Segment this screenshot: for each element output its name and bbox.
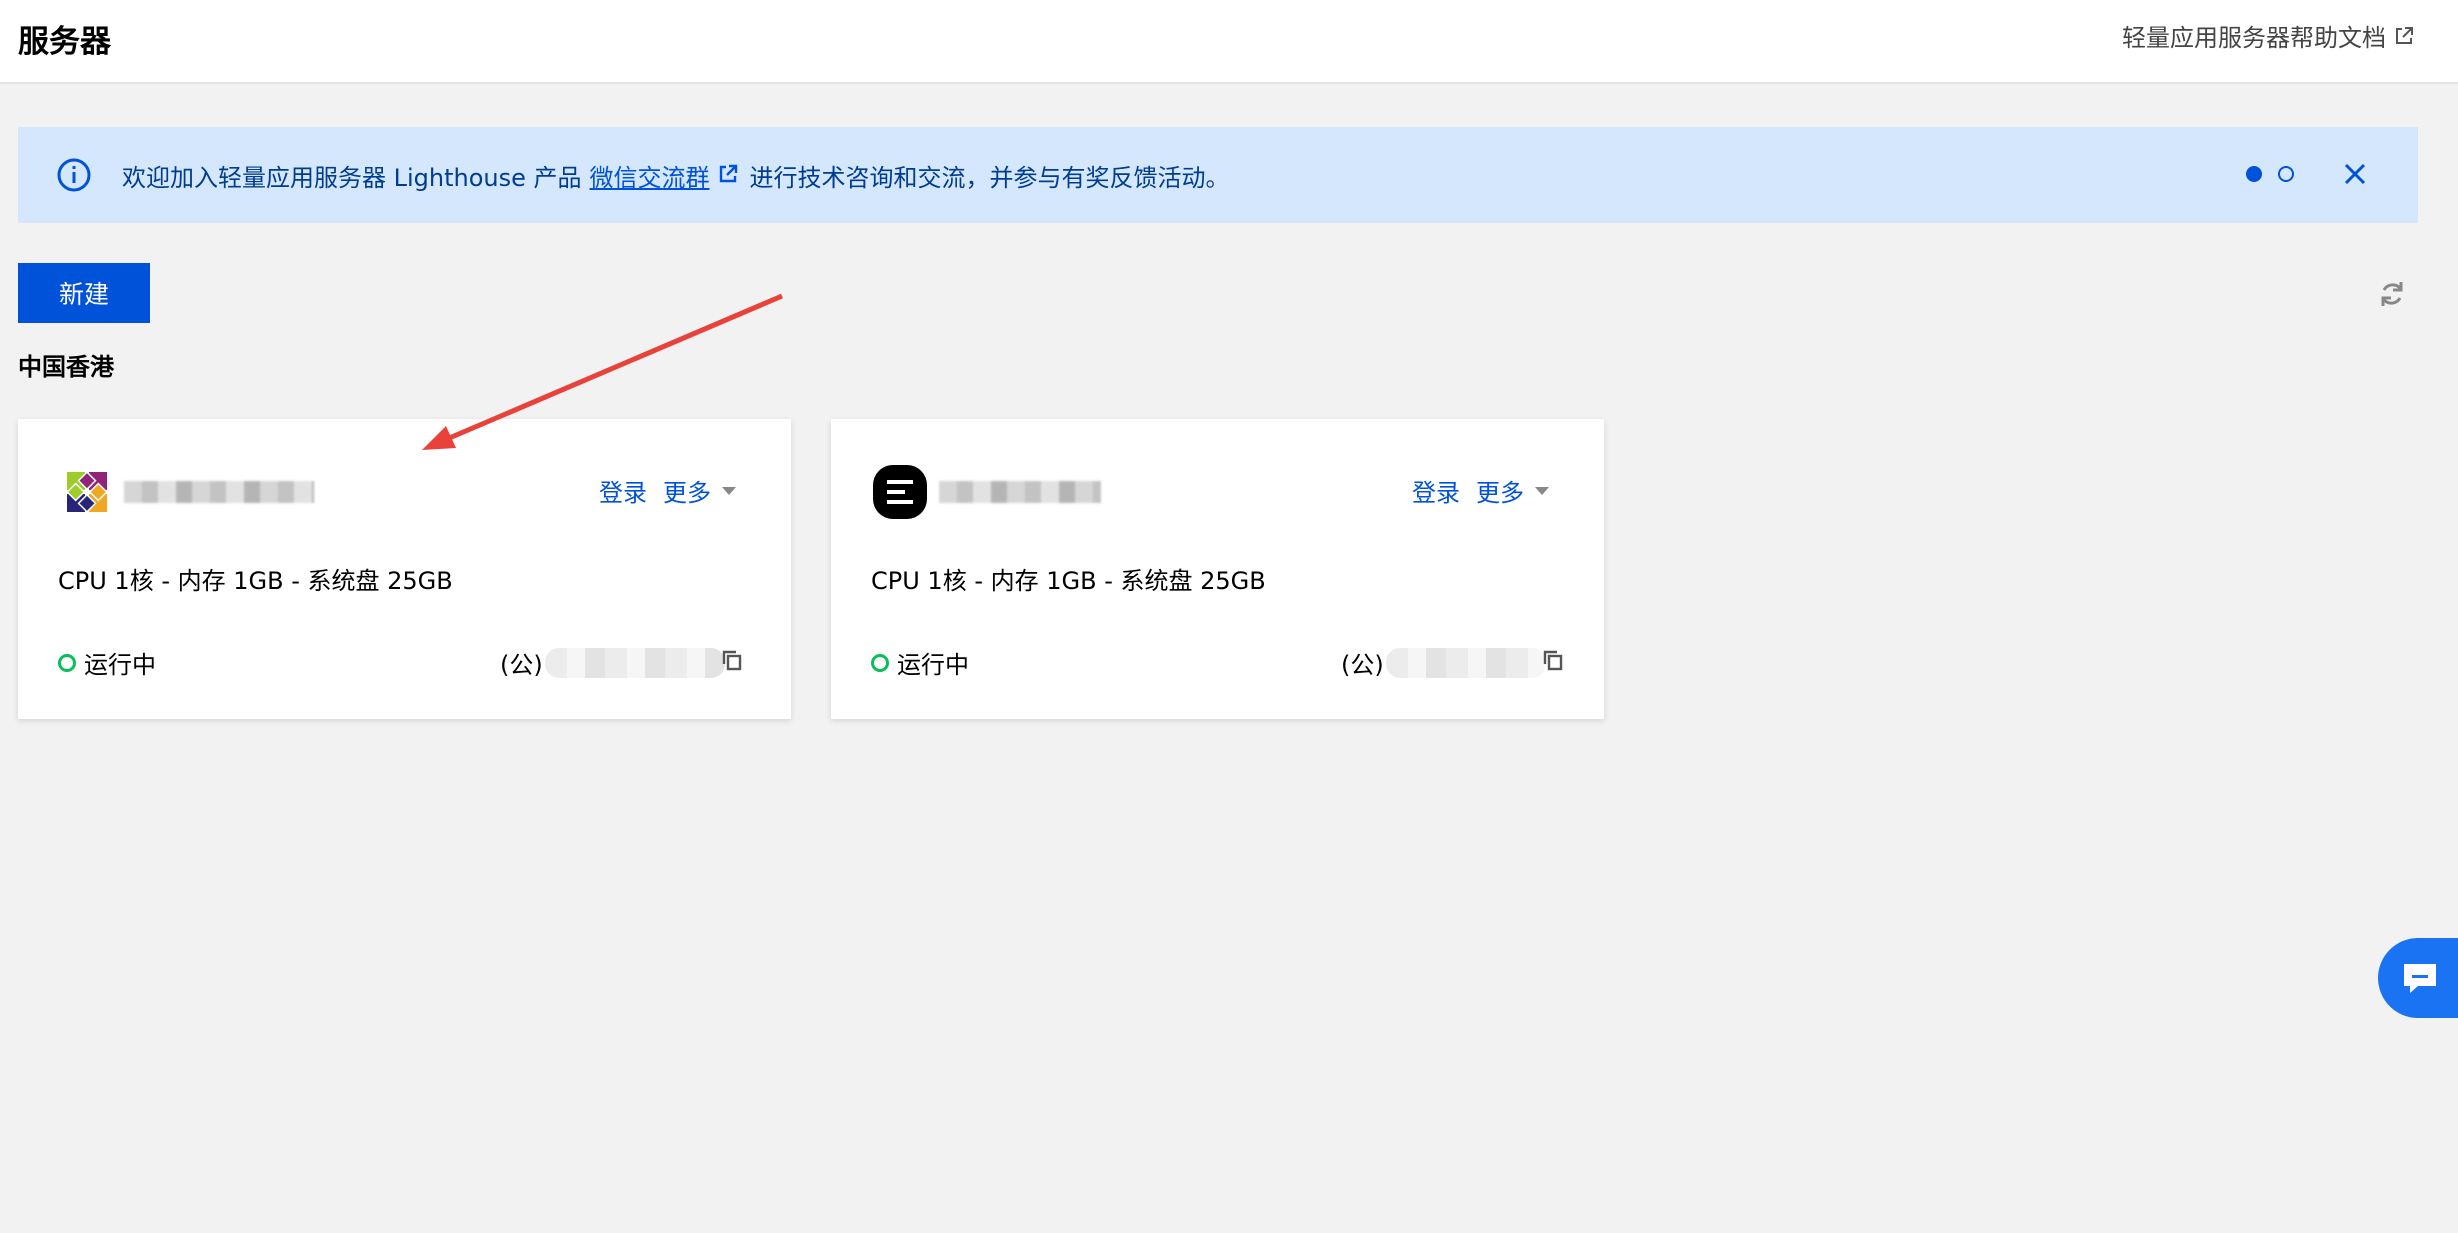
server-name-redacted [939, 481, 1101, 503]
notice-banner: 欢迎加入轻量应用服务器 Lighthouse 产品 微信交流群 进行技术咨询和交… [18, 127, 2418, 223]
refresh-icon[interactable] [2376, 278, 2408, 314]
card-actions: 登录 更多 [1412, 473, 1550, 508]
chat-support-button[interactable] [2378, 938, 2458, 1018]
ip-redacted [1385, 647, 1546, 678]
pager-dot-2[interactable] [2278, 166, 2294, 182]
chat-icon [2404, 964, 2436, 993]
copy-icon[interactable] [721, 649, 743, 677]
banner-text-before: 欢迎加入轻量应用服务器 Lighthouse 产品 [122, 164, 582, 192]
server-card[interactable]: 登录 更多 CPU 1核 - 内存 1GB - 系统盘 25GB 运行中 (公) [18, 419, 791, 719]
pager-dot-1[interactable] [2246, 166, 2262, 182]
ip-prefix: (公) [1341, 651, 1384, 679]
e-app-logo-icon [871, 463, 929, 521]
top-header: 服务器 轻量应用服务器帮助文档 [0, 0, 2458, 84]
server-spec: CPU 1核 - 内存 1GB - 系统盘 25GB [871, 567, 1266, 595]
login-button[interactable]: 登录 [1412, 473, 1460, 508]
caret-down-icon [1535, 486, 1549, 495]
server-name-redacted [124, 481, 314, 503]
banner-message: 欢迎加入轻量应用服务器 Lighthouse 产品 微信交流群 进行技术咨询和交… [122, 158, 1230, 193]
info-icon [56, 157, 92, 197]
help-docs-link[interactable]: 轻量应用服务器帮助文档 [2122, 18, 2414, 53]
page-title: 服务器 [18, 24, 111, 60]
caret-down-icon [722, 486, 736, 495]
status-badge: 运行中 [871, 645, 969, 680]
copy-icon[interactable] [1542, 649, 1564, 677]
external-link-icon [2394, 26, 2414, 46]
more-label: 更多 [1476, 479, 1524, 507]
status-text: 运行中 [84, 651, 156, 679]
region-title: 中国香港 [18, 353, 114, 381]
status-dot-icon [58, 653, 76, 672]
close-icon[interactable] [2340, 159, 2370, 193]
more-dropdown[interactable]: 更多 [663, 473, 737, 508]
status-text: 运行中 [897, 651, 969, 679]
status-dot-icon [871, 653, 889, 672]
centos-logo-icon [58, 463, 116, 521]
public-ip: (公) [1341, 645, 1564, 680]
banner-text-after: 进行技术咨询和交流，并参与有奖反馈活动。 [749, 164, 1230, 192]
ip-prefix: (公) [500, 651, 543, 679]
more-label: 更多 [663, 479, 711, 507]
more-dropdown[interactable]: 更多 [1476, 473, 1550, 508]
banner-pager [2246, 166, 2294, 182]
ip-redacted [544, 647, 725, 678]
login-button[interactable]: 登录 [599, 473, 647, 508]
card-actions: 登录 更多 [599, 473, 737, 508]
public-ip: (公) [500, 645, 743, 680]
help-docs-label: 轻量应用服务器帮助文档 [2122, 24, 2386, 52]
new-button[interactable]: 新建 [18, 263, 150, 323]
server-card[interactable]: 登录 更多 CPU 1核 - 内存 1GB - 系统盘 25GB 运行中 (公) [831, 419, 1604, 719]
external-link-icon[interactable] [718, 162, 738, 190]
status-badge: 运行中 [58, 645, 156, 680]
wechat-group-link[interactable]: 微信交流群 [590, 158, 710, 193]
server-spec: CPU 1核 - 内存 1GB - 系统盘 25GB [58, 567, 453, 595]
